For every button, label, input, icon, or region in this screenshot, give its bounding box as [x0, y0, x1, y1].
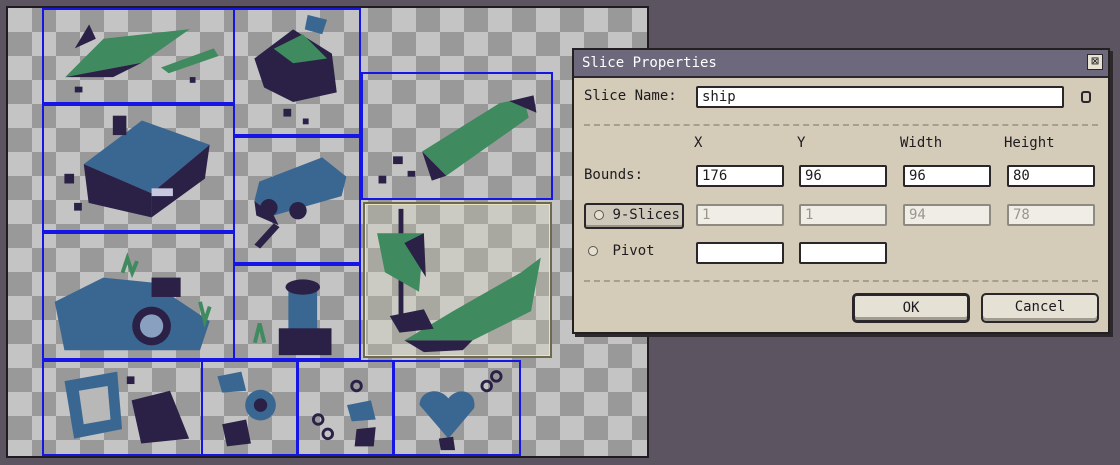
slice-chain[interactable]: [297, 360, 394, 456]
nine-slices-y-input: 1: [799, 204, 887, 226]
debris-sprite: [64, 371, 190, 444]
column-header-width: Width: [900, 135, 943, 151]
ok-button[interactable]: OK: [852, 293, 970, 323]
pipes-sprite: [54, 252, 212, 351]
bounds-x-input[interactable]: 176: [696, 165, 784, 187]
bounds-width-input[interactable]: 96: [903, 165, 991, 187]
slice-properties-dialog: Slice Properties ⊠ Slice Name: ship X Y …: [572, 48, 1110, 334]
column-header-y: Y: [797, 135, 806, 151]
slice-name-input[interactable]: ship: [696, 86, 1064, 108]
close-icon[interactable]: ⊠: [1087, 54, 1103, 70]
valve-parts-sprite: [217, 371, 276, 447]
nine-slices-height-input: 78: [1007, 204, 1095, 226]
pivot-checkbox[interactable]: [588, 246, 598, 256]
slice-debris[interactable]: [42, 360, 203, 456]
crystals-sprite: [65, 24, 219, 93]
nine-slices-x-input: 1: [696, 204, 784, 226]
slice-ship[interactable]: [363, 202, 552, 358]
separator-bottom: [584, 280, 1098, 282]
slice-pipes[interactable]: [42, 232, 235, 360]
pivot-y-input[interactable]: [799, 242, 887, 264]
rock-sprite: [254, 14, 337, 125]
slice-house[interactable]: [42, 104, 235, 232]
slice-spire[interactable]: [361, 72, 553, 200]
ship-sprite: [377, 208, 541, 353]
nine-slices-toggle[interactable]: 9-Slices: [584, 203, 684, 229]
column-header-x: X: [694, 135, 703, 151]
user-data-icon[interactable]: [1081, 91, 1091, 103]
chain-sprite: [311, 379, 376, 447]
house-sprite: [64, 115, 210, 218]
separator-top: [584, 124, 1098, 126]
nine-slices-width-input: 94: [903, 204, 991, 226]
slice-valve-parts[interactable]: [201, 360, 298, 456]
slice-name-label: Slice Name:: [584, 88, 677, 104]
car-sprite: [254, 157, 347, 249]
slice-rock[interactable]: [233, 8, 361, 136]
bounds-height-input[interactable]: 80: [1007, 165, 1095, 187]
hydrant-sprite: [252, 279, 332, 356]
dialog-title: Slice Properties: [582, 55, 717, 71]
pivot-toggle[interactable]: Pivot: [588, 243, 655, 259]
nine-slices-checkbox[interactable]: [594, 210, 604, 220]
spire-sprite: [378, 95, 537, 184]
slice-hydrant[interactable]: [233, 264, 361, 360]
slice-car[interactable]: [233, 136, 361, 264]
cancel-button[interactable]: Cancel: [981, 293, 1099, 323]
nine-slices-label: 9-Slices: [612, 207, 680, 223]
pivot-x-input[interactable]: [696, 242, 784, 264]
dialog-titlebar[interactable]: Slice Properties ⊠: [574, 50, 1108, 78]
bounds-y-input[interactable]: 96: [799, 165, 887, 187]
slice-heart[interactable]: [393, 360, 521, 456]
heart-sprite: [419, 370, 503, 451]
pivot-label: Pivot: [612, 243, 655, 259]
sprite-sheet-canvas[interactable]: [6, 6, 649, 458]
slice-crystals[interactable]: [42, 8, 235, 104]
column-header-height: Height: [1004, 135, 1055, 151]
bounds-label: Bounds:: [584, 167, 644, 183]
